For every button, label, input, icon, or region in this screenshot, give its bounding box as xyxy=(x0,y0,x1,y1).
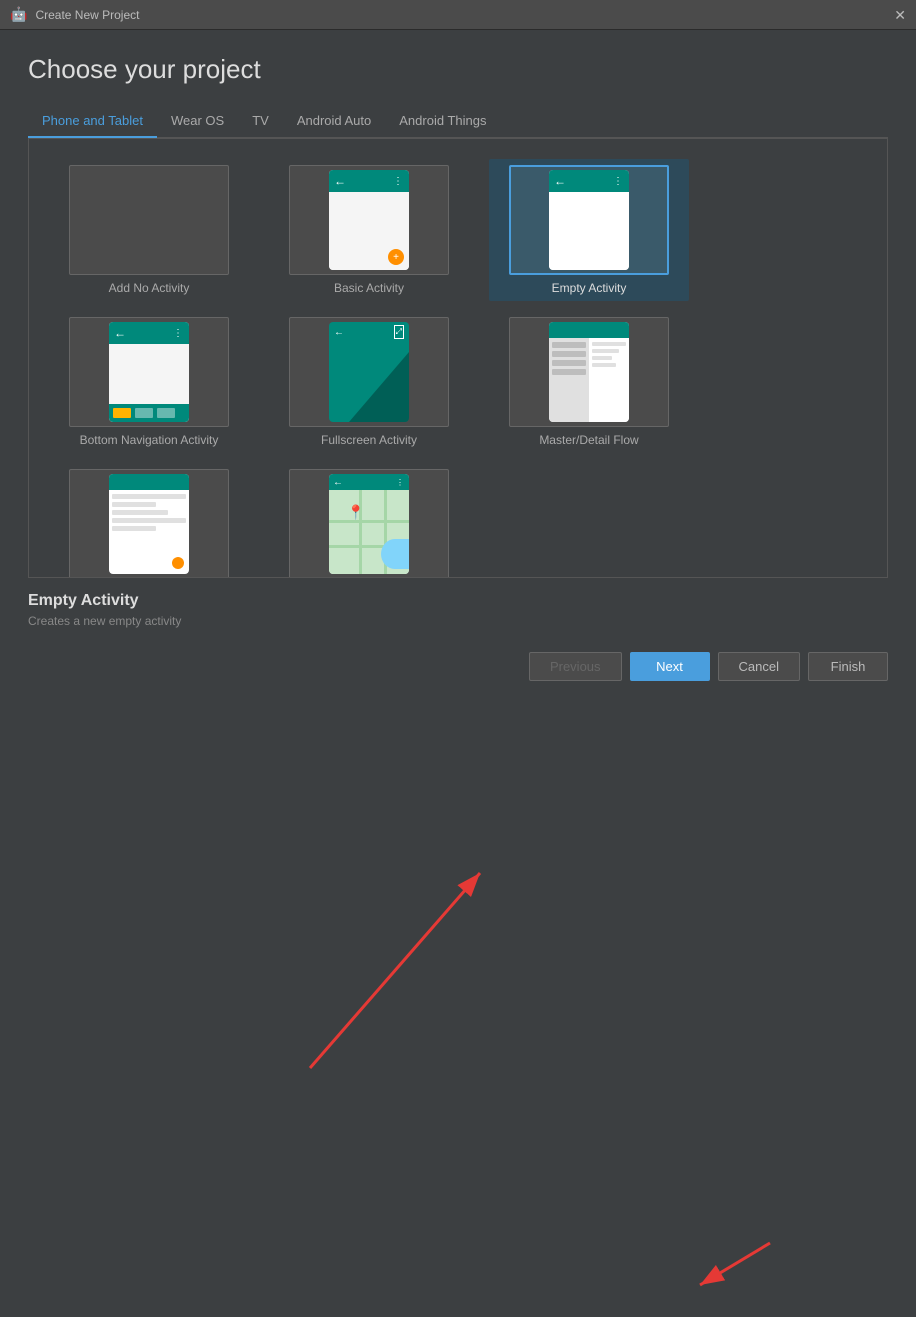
basic-activity-thumb: ← ⋮ + xyxy=(289,165,449,275)
activity-master-detail[interactable]: Master/Detail Flow xyxy=(489,311,689,453)
close-button[interactable]: ✕ xyxy=(894,8,906,22)
tabs-container: Phone and Tablet Wear OS TV Android Auto… xyxy=(28,105,888,138)
nav-drawer-fab-icon xyxy=(172,557,184,569)
master-detail-label: Master/Detail Flow xyxy=(539,433,638,447)
menu-dots-icon: ⋮ xyxy=(613,176,624,187)
bottom-nav-label: Bottom Navigation Activity xyxy=(80,433,219,447)
selected-activity-info: Empty Activity Creates a new empty activ… xyxy=(0,578,916,642)
tab-phone-tablet[interactable]: Phone and Tablet xyxy=(28,105,157,138)
maps-phone-mockup: ← ⋮ 📍 xyxy=(329,474,409,574)
empty-activity-label: Empty Activity xyxy=(552,281,627,295)
back-icon: ← xyxy=(334,327,344,338)
expand-icon: ⤢ xyxy=(394,325,404,339)
tab-android-auto[interactable]: Android Auto xyxy=(283,105,385,138)
fullscreen-label: Fullscreen Activity xyxy=(321,433,417,447)
map-road xyxy=(359,490,362,574)
map-water xyxy=(381,539,409,569)
title-bar: 🤖 Create New Project ✕ xyxy=(0,0,916,30)
fullscreen-diagonal xyxy=(349,352,409,422)
nav-drawer-thumb xyxy=(69,469,229,578)
back-arrow-icon: ← xyxy=(114,326,126,340)
menu-dots-icon: ⋮ xyxy=(393,176,404,187)
basic-phone-mockup: ← ⋮ + xyxy=(329,170,409,270)
empty-activity-thumb: ← ⋮ xyxy=(509,165,669,275)
maps-back-icon: ← xyxy=(333,477,343,488)
activity-fullscreen[interactable]: ← ⤢ Fullscreen Activity xyxy=(269,311,469,453)
previous-button[interactable]: Previous xyxy=(529,652,622,681)
activity-basic[interactable]: ← ⋮ + Basic Activity xyxy=(269,159,469,301)
empty-phone-mockup: ← ⋮ xyxy=(549,170,629,270)
bottom-nav-phone-mockup: ← ⋮ xyxy=(109,322,189,422)
activity-grid: Add No Activity ← ⋮ + Basic Activity xyxy=(49,159,867,578)
window-title: Create New Project xyxy=(35,8,139,22)
maps-dots-icon: ⋮ xyxy=(396,478,405,487)
maps-thumb: ← ⋮ 📍 xyxy=(289,469,449,578)
no-activity-label: Add No Activity xyxy=(109,281,190,295)
master-detail-thumb xyxy=(509,317,669,427)
finish-button[interactable]: Finish xyxy=(808,652,888,681)
activity-maps[interactable]: ← ⋮ 📍 xyxy=(269,463,469,578)
back-arrow-icon: ← xyxy=(554,174,566,188)
nav-drawer-phone-mockup xyxy=(109,474,189,574)
cancel-button[interactable]: Cancel xyxy=(718,652,800,681)
master-detail-header xyxy=(549,322,629,338)
activity-nav-drawer[interactable]: Navigation Drawer Activity xyxy=(49,463,249,578)
menu-dots-icon: ⋮ xyxy=(173,328,184,339)
bottom-nav-thumb: ← ⋮ xyxy=(69,317,229,427)
tab-tv[interactable]: TV xyxy=(238,105,283,138)
tab-wear-os[interactable]: Wear OS xyxy=(157,105,238,138)
main-content: Choose your project Phone and Tablet Wea… xyxy=(0,30,916,578)
fullscreen-thumb: ← ⤢ xyxy=(289,317,449,427)
master-detail-phone-mockup xyxy=(549,322,629,422)
next-button[interactable]: Next xyxy=(630,652,710,681)
tab-android-things[interactable]: Android Things xyxy=(385,105,500,138)
buttons-bar: Previous Next Cancel Finish xyxy=(0,642,916,697)
back-arrow-icon: ← xyxy=(334,174,346,188)
no-activity-thumb xyxy=(69,165,229,275)
activity-no-activity[interactable]: Add No Activity xyxy=(49,159,249,301)
activity-bottom-nav[interactable]: ← ⋮ Bottom Navigation Activity xyxy=(49,311,249,453)
title-bar-left: 🤖 Create New Project xyxy=(10,6,139,23)
fullscreen-phone-mockup: ← ⤢ xyxy=(329,322,409,422)
page-title: Choose your project xyxy=(28,54,888,85)
android-icon: 🤖 xyxy=(10,6,27,23)
selected-activity-description: Creates a new empty activity xyxy=(28,614,888,628)
detail-pane xyxy=(589,338,629,422)
activity-empty[interactable]: ← ⋮ Empty Activity xyxy=(489,159,689,301)
basic-activity-label: Basic Activity xyxy=(334,281,404,295)
activity-grid-container[interactable]: Add No Activity ← ⋮ + Basic Activity xyxy=(28,138,888,578)
map-road xyxy=(329,520,409,523)
master-list xyxy=(549,338,589,422)
map-pin-icon: 📍 xyxy=(347,504,364,521)
fab-icon: + xyxy=(388,249,404,265)
selected-activity-name: Empty Activity xyxy=(28,592,888,610)
